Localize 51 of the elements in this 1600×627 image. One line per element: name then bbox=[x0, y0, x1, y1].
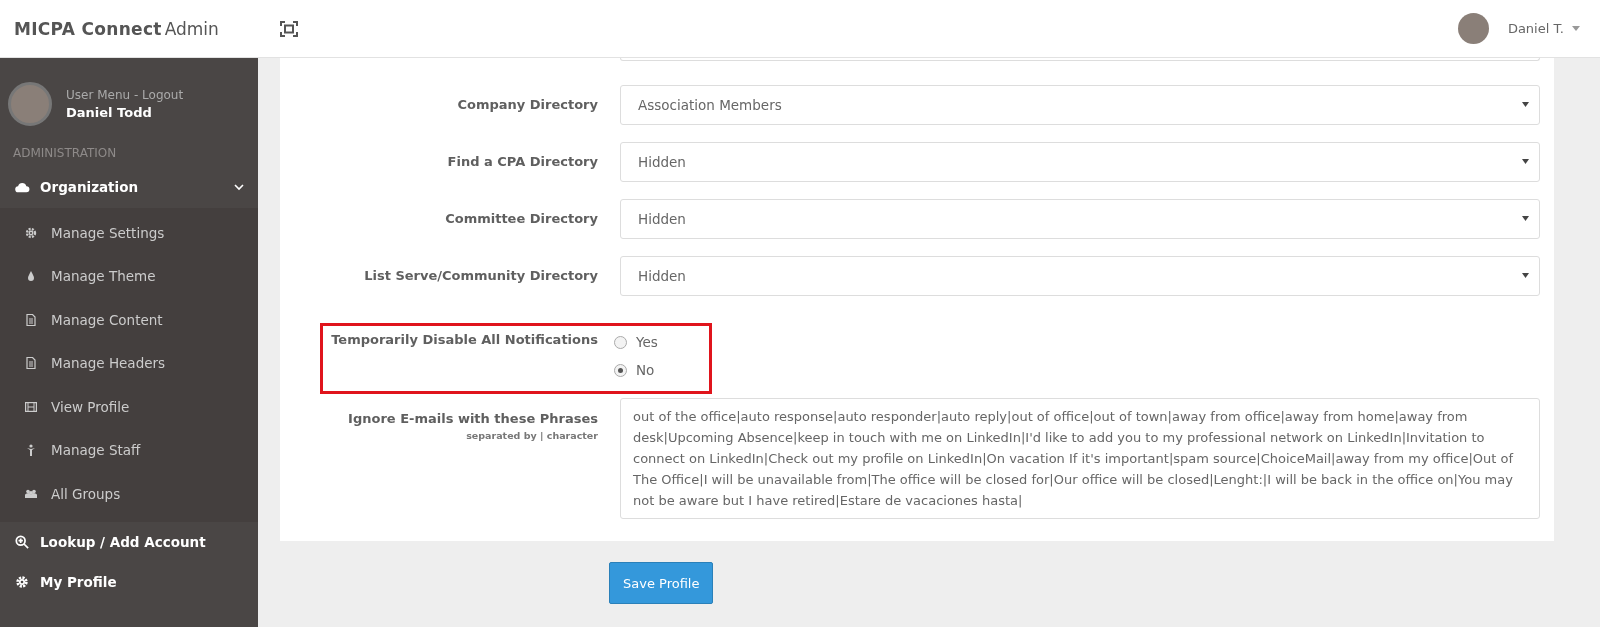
nav-item[interactable]: All Groups bbox=[0, 472, 258, 516]
caret-icon bbox=[1572, 26, 1580, 31]
people-icon bbox=[25, 487, 37, 500]
fullscreen-icon[interactable] bbox=[280, 20, 298, 37]
document-icon bbox=[25, 357, 37, 370]
avatar[interactable] bbox=[1457, 13, 1489, 44]
caret-icon bbox=[1522, 273, 1529, 278]
field-label: Temporarily Disable All Notifications bbox=[331, 332, 598, 347]
gear-icon bbox=[14, 574, 30, 589]
section-heading: ADMINISTRATION bbox=[12, 145, 118, 162]
person-icon bbox=[25, 444, 37, 457]
user-menu-link[interactable]: Daniel T. bbox=[1507, 21, 1564, 36]
gear-icon bbox=[25, 226, 37, 239]
nav-item[interactable]: Lookup / Add Account bbox=[0, 521, 258, 562]
radio-button[interactable] bbox=[614, 335, 627, 349]
radio-button[interactable] bbox=[614, 363, 627, 377]
field-label: Ignore E-mails with these Phrases bbox=[348, 411, 598, 426]
nav-item[interactable]: Manage Headers bbox=[0, 341, 258, 385]
nav-item[interactable]: My Profile bbox=[0, 561, 258, 602]
radio-label: Yes bbox=[636, 334, 658, 350]
chevron-icon bbox=[234, 183, 244, 191]
brand-subtitle: Admin bbox=[164, 18, 219, 39]
caret-icon bbox=[1522, 102, 1529, 107]
radio-label: No bbox=[636, 362, 655, 378]
select-field[interactable]: Hidden bbox=[620, 141, 1540, 182]
brand-title: MICPA Connect bbox=[14, 18, 162, 39]
nav-item[interactable]: View Profile bbox=[0, 385, 258, 429]
drop-icon bbox=[25, 270, 37, 283]
nav-item[interactable]: Manage Settings bbox=[0, 211, 258, 255]
field-label: Company Directory bbox=[457, 97, 598, 112]
film-icon bbox=[25, 400, 37, 413]
select-field[interactable]: Hidden bbox=[620, 255, 1540, 296]
cloud-icon bbox=[14, 180, 30, 194]
document-icon bbox=[25, 313, 37, 326]
nav-item[interactable]: Manage Content bbox=[0, 298, 258, 342]
nav-item[interactable]: Manage Theme bbox=[0, 254, 258, 298]
caret-icon bbox=[1522, 216, 1529, 221]
avatar bbox=[8, 82, 52, 126]
user-menu-link[interactable]: User Menu - Logout bbox=[66, 88, 184, 102]
caret-icon bbox=[1522, 159, 1529, 164]
select-field[interactable]: Association Members bbox=[620, 84, 1540, 125]
field-label: Find a CPA Directory bbox=[447, 154, 598, 169]
field-label: Committee Directory bbox=[445, 211, 598, 226]
nav-item[interactable]: Manage Staff bbox=[0, 428, 258, 472]
user-name: Daniel Todd bbox=[66, 105, 153, 120]
select-field[interactable]: Hidden bbox=[620, 198, 1540, 239]
textarea-field[interactable]: out of the office|auto response|auto responder|auto reply|out of office|out of town|away from office|away from home|away from desk|Upcoming Absence|keep in touch with me on LinkedIn|I'd like to add you to my professional network on LinkedIn|Invitation to connect on LinkedIn|Check out my profile on LinkedIn|On vacation If it's important|spam source|ChoiceMail|away from my office|Out of The Office|I will be unavailable from|The office will be closed for|Our office will be closed|Lenght:|I will be back in the office on|You may not be aware but I have retired|Estare de vacaciones hasta| bbox=[620, 398, 1540, 519]
field-label: List Serve/Community Directory bbox=[364, 268, 598, 283]
nav-item[interactable]: Organization bbox=[0, 166, 258, 208]
field-hint: separated by | character bbox=[466, 430, 598, 441]
search-icon bbox=[14, 534, 30, 549]
